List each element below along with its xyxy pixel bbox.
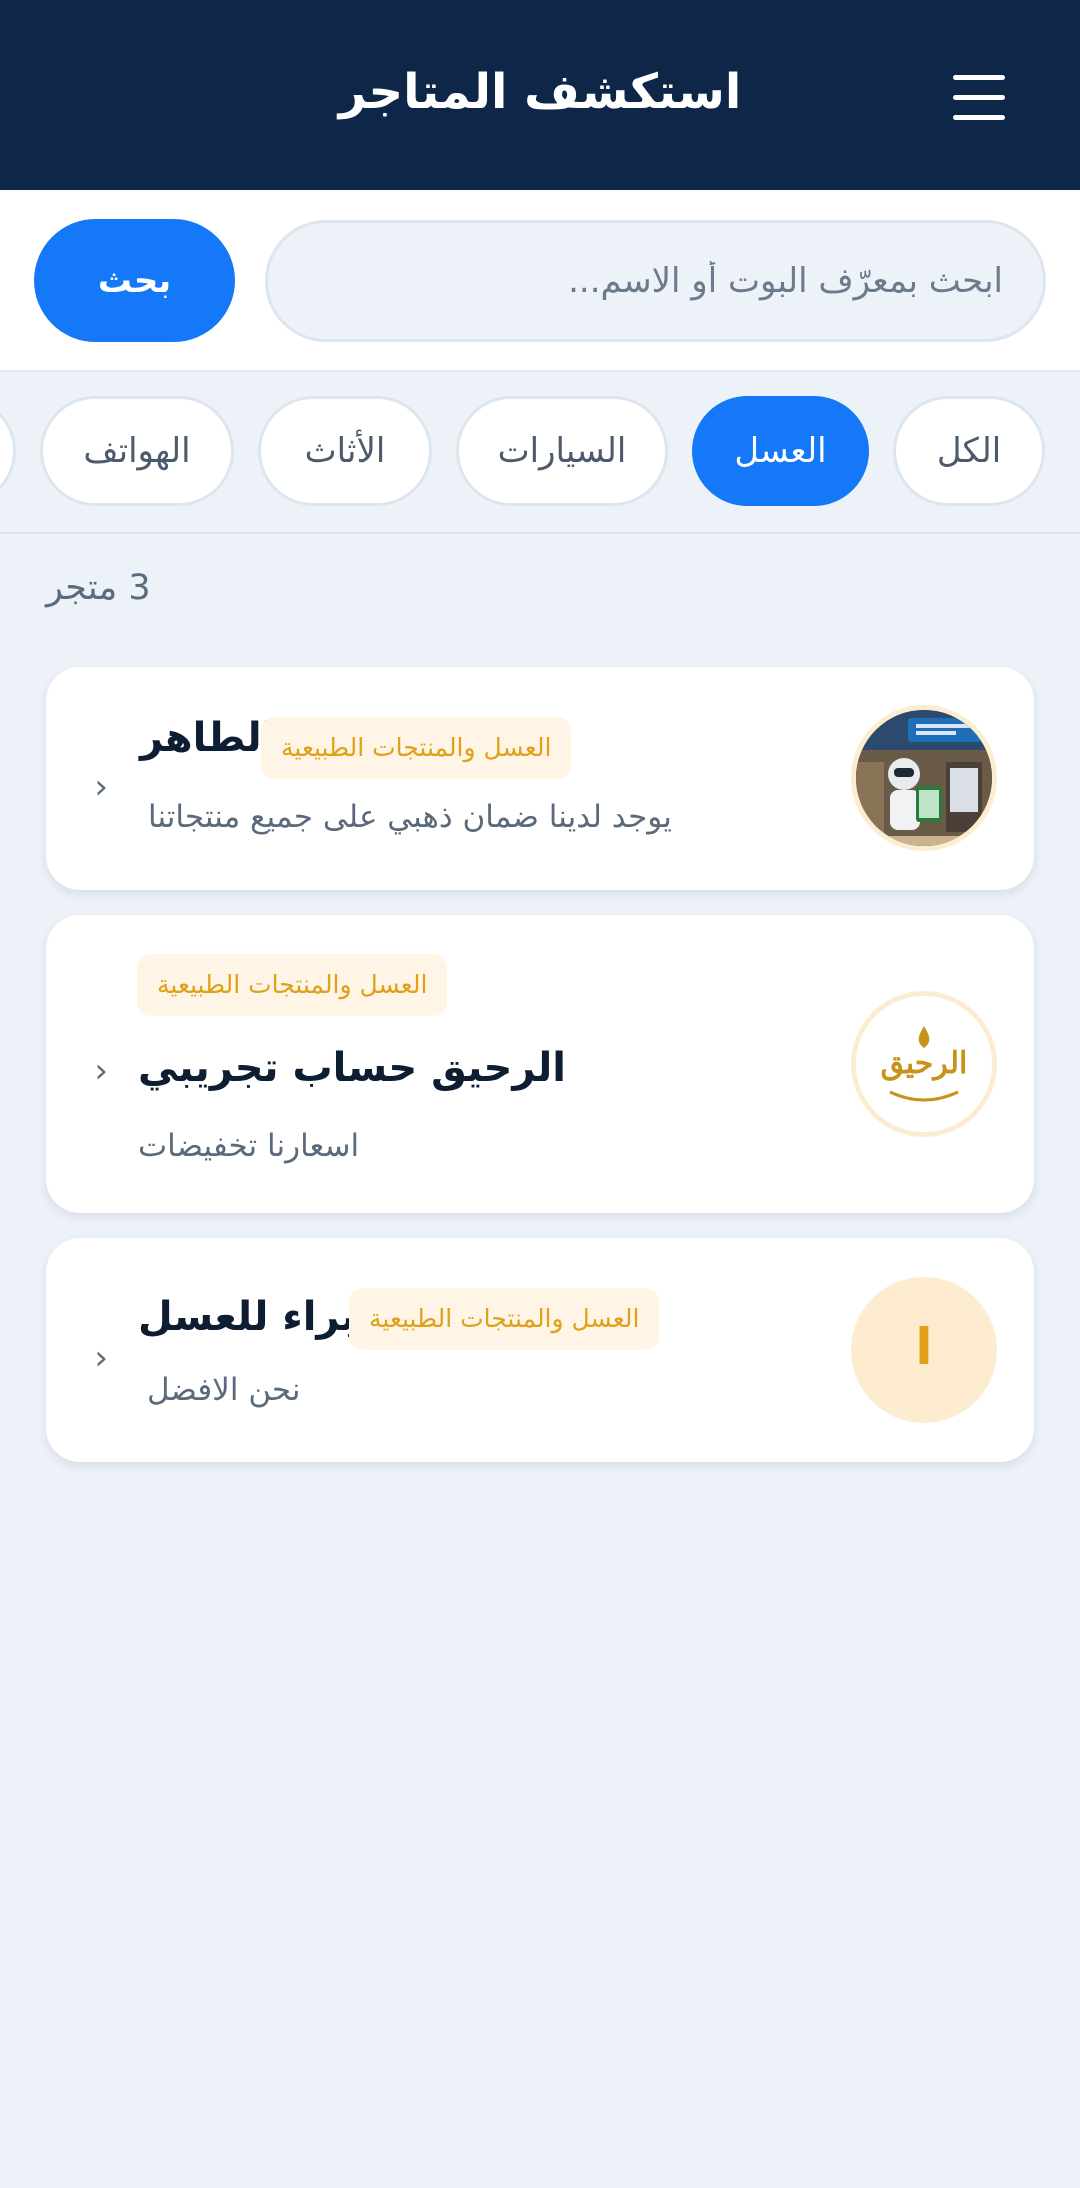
menu-icon[interactable] bbox=[953, 72, 1005, 122]
chevron-left-icon: ‹ bbox=[94, 1338, 108, 1378]
chevron-left-icon: ‹ bbox=[94, 1051, 108, 1091]
store-avatar: ا bbox=[851, 1277, 997, 1423]
store-count: 3 متجر bbox=[46, 568, 151, 608]
page-title: استكشف المتاجر bbox=[338, 64, 742, 120]
category-chip-phones[interactable]: الهواتف bbox=[40, 396, 234, 506]
store-avatar bbox=[851, 705, 997, 851]
store-category-tag: العسل والمنتجات الطبيعية bbox=[349, 1288, 660, 1350]
category-chip-cars[interactable]: السيارات bbox=[456, 396, 668, 506]
category-chip-furniture[interactable]: الأثاث bbox=[258, 396, 432, 506]
category-chip-honey[interactable]: العسل bbox=[692, 396, 869, 506]
store-name: الرحيق حساب تجريبي bbox=[138, 1045, 566, 1091]
page: استكشف المتاجر بحث الكل العسل السيارات ا… bbox=[0, 0, 1080, 2188]
category-chip-all[interactable]: الكل bbox=[893, 396, 1045, 506]
logo-text: الرحيق bbox=[880, 1046, 968, 1081]
store-card[interactable]: ا البراء للعسل العسل والمنتجات الطبيعية … bbox=[46, 1238, 1034, 1462]
store-description: اسعارنا تخفيضات bbox=[138, 1128, 360, 1164]
robot-storefront-photo bbox=[856, 710, 992, 846]
category-chip-more[interactable] bbox=[0, 396, 16, 506]
store-card[interactable]: الرحيق العسل والمنتجات الطبيعية الرحيق ح… bbox=[46, 915, 1034, 1213]
store-description: يوجد لدينا ضمان ذهبي على جميع منتجاتنا bbox=[148, 799, 672, 835]
search-button[interactable]: بحث bbox=[34, 219, 235, 342]
category-filter: الكل العسل السيارات الأثاث الهواتف bbox=[0, 372, 1080, 534]
store-name: الطاهر bbox=[140, 715, 276, 761]
store-avatar: الرحيق bbox=[851, 991, 997, 1137]
store-category-tag: العسل والمنتجات الطبيعية bbox=[137, 954, 448, 1016]
store-card[interactable]: الطاهر العسل والمنتجات الطبيعية يوجد لدي… bbox=[46, 667, 1034, 890]
store-description: نحن الافضل bbox=[147, 1372, 301, 1408]
chevron-left-icon: ‹ bbox=[94, 767, 108, 807]
search-bar: بحث bbox=[0, 190, 1080, 372]
app-header: استكشف المتاجر bbox=[0, 0, 1080, 190]
letter-avatar: ا bbox=[915, 1318, 933, 1376]
store-category-tag: العسل والمنتجات الطبيعية bbox=[261, 717, 572, 779]
search-input[interactable] bbox=[265, 220, 1046, 342]
